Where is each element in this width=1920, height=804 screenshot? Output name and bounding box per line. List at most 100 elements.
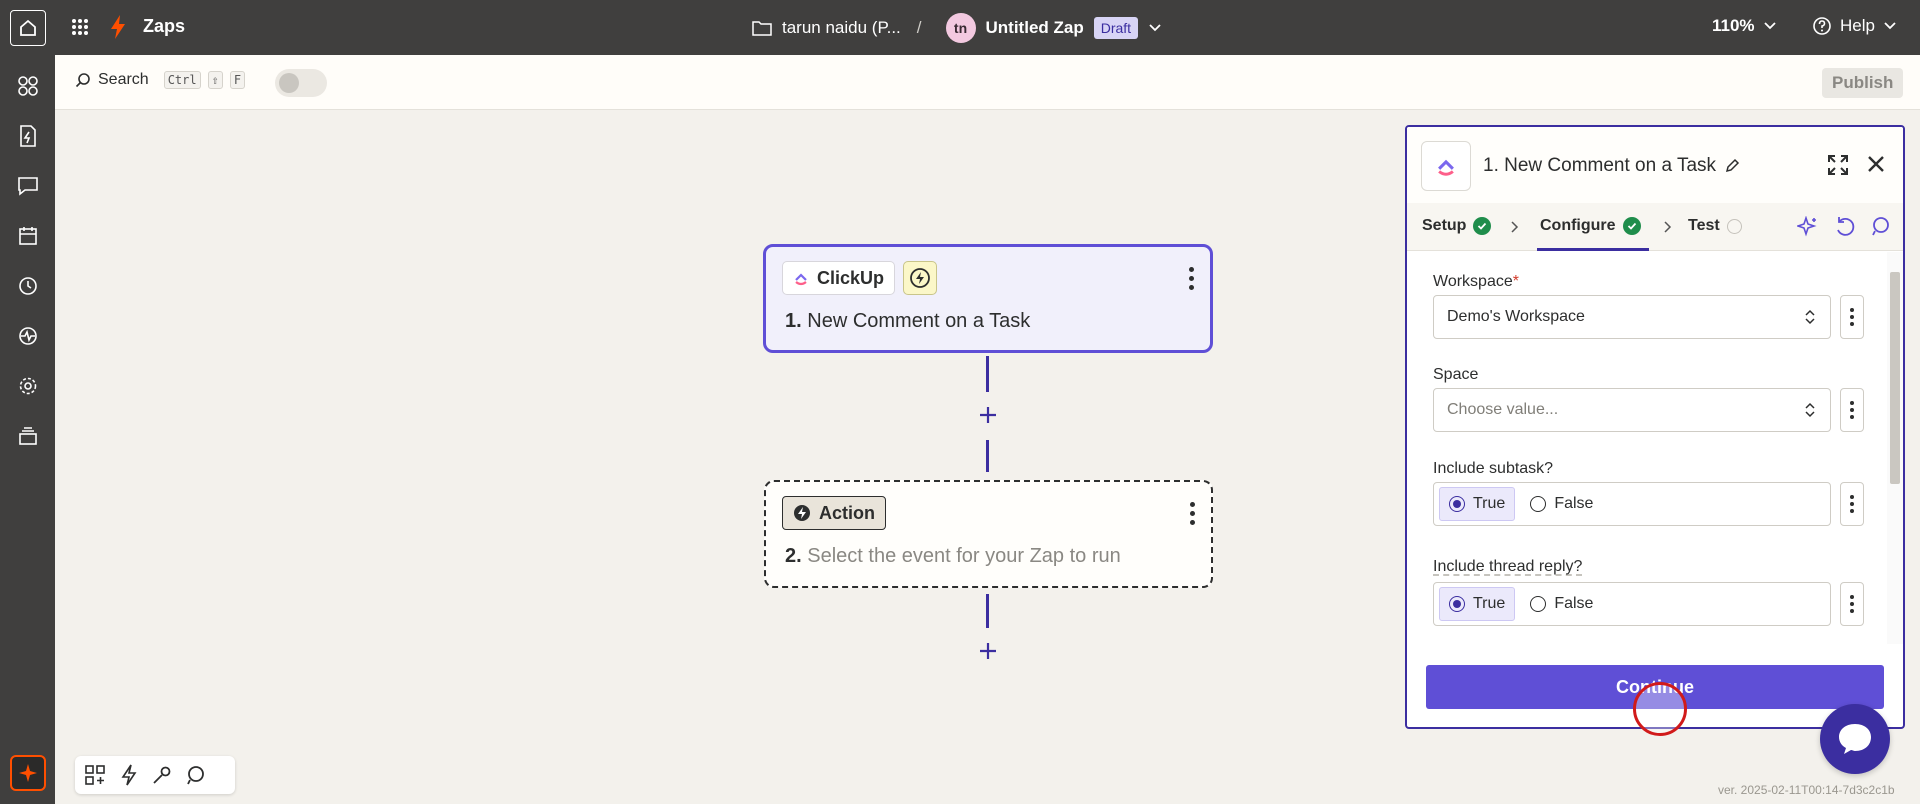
app-grid-icon[interactable]: [70, 17, 90, 37]
panel-scrollbar[interactable]: [1887, 252, 1903, 644]
undo-icon[interactable]: [1834, 216, 1856, 238]
avatar[interactable]: tn: [945, 13, 976, 43]
apps-add-icon[interactable]: [84, 764, 106, 786]
comment-icon[interactable]: [186, 765, 206, 785]
wrench-icon[interactable]: [152, 765, 172, 785]
publish-button[interactable]: Publish: [1822, 68, 1904, 98]
field-options-button[interactable]: [1840, 582, 1864, 626]
chevron-down-icon[interactable]: [1148, 23, 1162, 33]
home-icon: [20, 19, 36, 36]
settings-icon[interactable]: [15, 373, 41, 399]
tab-label: Test: [1688, 217, 1720, 234]
top-bar: Zaps tarun naidu (P... / tn Untitled Zap…: [0, 0, 1920, 55]
field-options-button[interactable]: [1840, 482, 1864, 526]
action-step-card[interactable]: Action 2. Select the event for your Zap …: [764, 480, 1213, 588]
expand-icon[interactable]: [1827, 154, 1849, 176]
connector-line: [986, 594, 989, 628]
panel-tools: [1797, 216, 1891, 238]
field-options-button[interactable]: [1840, 388, 1864, 432]
tab-label: Configure: [1540, 217, 1616, 234]
status-badge: Draft: [1093, 17, 1139, 39]
panel-title-text: 1. New Comment on a Task: [1483, 155, 1717, 176]
history-icon[interactable]: [15, 273, 41, 299]
apps-icon[interactable]: [15, 73, 41, 99]
connector-line: [986, 356, 989, 392]
zap-title[interactable]: Untitled Zap: [986, 18, 1084, 38]
zap-file-icon[interactable]: [15, 123, 41, 149]
step-event: New Comment on a Task: [807, 310, 1031, 332]
step-number: 1.: [785, 310, 802, 332]
zoom-value: 110%: [1712, 16, 1755, 35]
step-number: 2.: [785, 545, 802, 567]
radio-empty-icon: [1530, 596, 1547, 612]
add-step-button[interactable]: [975, 638, 1001, 664]
layers-icon[interactable]: [15, 423, 41, 449]
version-label: ver. 2025-02-11T00:14-7d3c2c1b: [1718, 783, 1895, 797]
zaps-link[interactable]: Zaps: [143, 16, 185, 37]
tab-configure[interactable]: Configure: [1540, 217, 1641, 235]
thread-true-option[interactable]: True: [1439, 587, 1516, 621]
thread-false-option[interactable]: False: [1521, 587, 1602, 621]
chat-icon[interactable]: [15, 173, 41, 199]
pending-circle-icon: [1726, 218, 1742, 234]
clickup-logo-icon: [1438, 159, 1454, 176]
tab-test[interactable]: Test: [1688, 217, 1742, 235]
radio-empty-icon: [1530, 496, 1547, 512]
tab-setup[interactable]: Setup: [1422, 217, 1492, 235]
workspace-value: Demo's Workspace: [1447, 308, 1585, 325]
left-rail: [0, 55, 55, 804]
click-indicator: [1633, 682, 1687, 736]
comment-icon[interactable]: [1871, 216, 1891, 236]
help-dropdown[interactable]: Help: [1812, 16, 1897, 36]
kbd-ctrl: Ctrl: [163, 71, 201, 89]
pencil-icon[interactable]: [1724, 158, 1740, 174]
field-options-button[interactable]: [1840, 295, 1864, 339]
search-button[interactable]: Search Ctrl ⇧ F: [75, 71, 246, 89]
trigger-step-card[interactable]: ClickUp 1. New Comment on a Task: [763, 244, 1213, 353]
workspace-label-text: Workspace: [1433, 273, 1513, 290]
connector-line: [986, 440, 989, 472]
workspace-label: Workspace*: [1433, 273, 1519, 291]
add-step-button[interactable]: [975, 402, 1001, 428]
bolt-icon[interactable]: [120, 764, 138, 786]
tab-label: Setup: [1422, 217, 1467, 234]
check-circle-icon: [1622, 217, 1641, 235]
close-icon[interactable]: [1867, 155, 1885, 173]
subtask-false-option[interactable]: False: [1521, 487, 1602, 521]
step-menu-button[interactable]: [1188, 267, 1194, 290]
calendar-icon[interactable]: [15, 223, 41, 249]
option-label: False: [1554, 595, 1594, 612]
radio-selected-icon: [1449, 496, 1465, 512]
panel-form: Workspace* Demo's Workspace Space Choose…: [1407, 252, 1885, 644]
zap-bolt-icon: [111, 15, 125, 39]
step-menu-button[interactable]: [1189, 502, 1195, 525]
activity-icon[interactable]: [15, 323, 41, 349]
sparkle-icon: [19, 764, 37, 782]
space-label: Space: [1433, 366, 1479, 383]
home-button[interactable]: [10, 10, 46, 46]
subtask-true-option[interactable]: True: [1439, 487, 1516, 521]
chat-support-button[interactable]: [1820, 704, 1890, 774]
scrollbar-thumb[interactable]: [1890, 272, 1900, 484]
thread-label: Include thread reply?: [1433, 558, 1583, 575]
step-title: 2. Select the event for your Zap to run: [785, 545, 1121, 568]
chat-bubble-icon: [1839, 724, 1871, 754]
zoom-dropdown[interactable]: 110%: [1712, 16, 1777, 36]
folder-name[interactable]: tarun naidu (P...: [782, 18, 901, 38]
clickup-logo-icon: [795, 273, 807, 286]
subtask-label: Include subtask?: [1433, 460, 1554, 477]
canvas-toggle[interactable]: [275, 69, 327, 97]
kbd-shift: ⇧: [207, 71, 223, 89]
plus-icon: [980, 407, 996, 423]
search-label: Search: [98, 71, 149, 88]
chevron-right-icon: [1511, 221, 1519, 233]
trigger-badge: [903, 261, 937, 295]
workspace-select[interactable]: Demo's Workspace: [1433, 295, 1831, 339]
chevron-down-icon: [1763, 22, 1776, 30]
editor-toolbar: Search Ctrl ⇧ F Publish: [55, 55, 1920, 110]
updown-arrows-icon: [1805, 402, 1815, 418]
space-select[interactable]: Choose value...: [1433, 388, 1831, 432]
copilot-button[interactable]: [10, 755, 46, 791]
sparkle-icon[interactable]: [1797, 216, 1819, 238]
breadcrumb-separator: /: [916, 18, 922, 37]
